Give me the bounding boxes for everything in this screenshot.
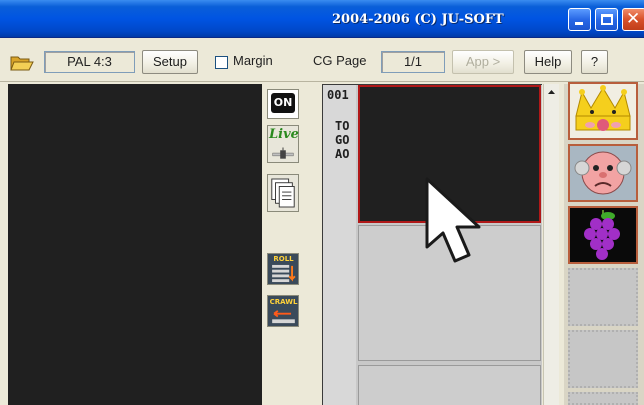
- roll-button[interactable]: ROLL: [267, 253, 299, 285]
- on-air-button[interactable]: ON: [267, 89, 299, 119]
- app-button[interactable]: App >: [452, 50, 514, 74]
- crawl-button[interactable]: CRAWL: [267, 295, 299, 327]
- page-code: AO: [335, 147, 350, 161]
- video-format-field[interactable]: PAL 4:3: [44, 51, 135, 73]
- thumbnail-empty[interactable]: [568, 268, 638, 326]
- minimize-icon: [575, 22, 583, 25]
- on-air-label: ON: [273, 96, 293, 109]
- setup-button[interactable]: Setup: [142, 50, 198, 74]
- page-slot[interactable]: [358, 365, 541, 405]
- cg-page-label: CG Page: [313, 53, 367, 68]
- close-icon: ✕: [626, 9, 641, 29]
- satellite-icon: [272, 147, 294, 159]
- page-number: 001: [327, 88, 349, 102]
- live-button[interactable]: Live: [267, 125, 299, 163]
- question-button[interactable]: ?: [581, 50, 608, 74]
- cg-page-field[interactable]: 1/1: [381, 51, 445, 73]
- thumbnail-empty[interactable]: [568, 392, 638, 405]
- page-code: GO: [335, 133, 350, 147]
- thumbnail-crown[interactable]: [568, 82, 638, 140]
- maximize-button[interactable]: [595, 8, 618, 31]
- help-button[interactable]: Help: [524, 50, 572, 74]
- margin-label: Margin: [233, 53, 273, 68]
- minimize-button[interactable]: [568, 8, 591, 31]
- on-air-icon: ON: [271, 93, 295, 113]
- scroll-up-icon[interactable]: [545, 85, 558, 99]
- close-button[interactable]: ✕: [622, 8, 644, 31]
- thumbnail-grapes[interactable]: [568, 206, 638, 264]
- preview-area: [8, 84, 262, 405]
- margin-checkbox[interactable]: [215, 56, 228, 69]
- roll-icon: [272, 264, 296, 283]
- stacked-pages-icon: [271, 178, 295, 208]
- maximize-icon: [601, 14, 613, 25]
- page-code: TO: [335, 119, 350, 133]
- thumbnail-empty[interactable]: [568, 330, 638, 388]
- grapes-icon: [584, 210, 620, 260]
- crawl-icon: [272, 310, 295, 324]
- open-folder-icon[interactable]: [10, 54, 34, 72]
- roll-label: ROLL: [273, 255, 294, 263]
- title-bar[interactable]: 2004-2006 (C) JU-SOFT ✕: [0, 0, 644, 38]
- window-title: 2004-2006 (C) JU-SOFT: [332, 12, 504, 27]
- crawl-label: CRAWL: [269, 298, 298, 306]
- cue-list-button[interactable]: [267, 174, 299, 212]
- mouse-pointer-icon: [425, 177, 481, 263]
- sad-face-icon: [574, 151, 632, 195]
- thumbnail-face[interactable]: [568, 144, 638, 202]
- live-label: Live: [269, 127, 299, 142]
- crown-face-icon: [575, 85, 631, 131]
- list-scrollbar[interactable]: [543, 84, 559, 405]
